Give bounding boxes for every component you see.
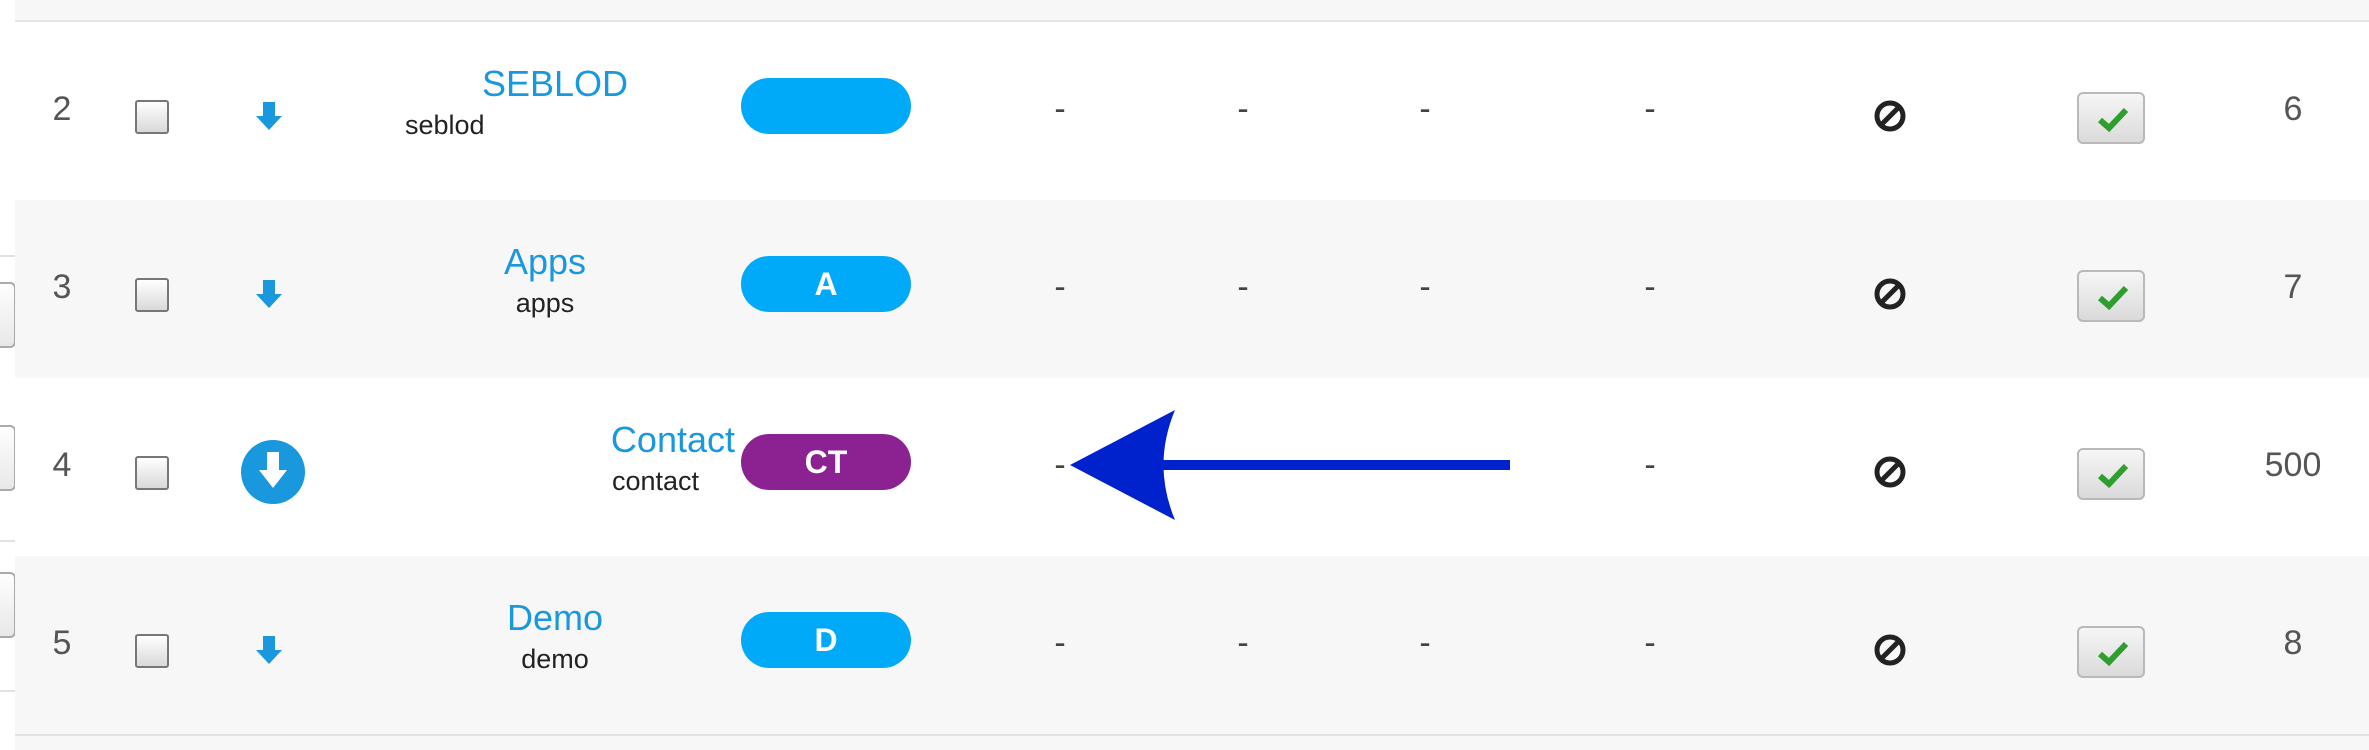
col4-value: - <box>1644 446 1656 484</box>
col2-value: - <box>1237 268 1249 306</box>
col3-value: - <box>1419 268 1431 306</box>
row-checkbox[interactable] <box>135 634 169 668</box>
side-divider <box>0 690 15 692</box>
item-title-link[interactable]: Contact <box>555 418 735 462</box>
col3-value: - <box>1419 624 1431 662</box>
row-order: 2 <box>52 90 72 128</box>
row-order: 4 <box>52 446 72 484</box>
col1-value: - <box>1054 268 1066 306</box>
col2-value: - <box>1237 90 1249 128</box>
ban-icon[interactable] <box>1870 630 1910 670</box>
item-id: 500 <box>2264 446 2322 484</box>
folder-badge <box>741 78 911 134</box>
arrow-down-icon[interactable] <box>249 96 289 136</box>
folder-badge: D <box>741 612 911 668</box>
side-divider <box>0 540 15 542</box>
table-row: 2 SEBLOD seblod - - - - 6 <box>15 22 2369 202</box>
col4-value: - <box>1644 268 1656 306</box>
table-row: 3 Apps apps A - - - - 7 <box>15 200 2369 380</box>
side-button[interactable] <box>0 425 16 491</box>
folder-badge: A <box>741 256 911 312</box>
title-cell: Demo demo <box>455 596 655 678</box>
col1-value: - <box>1054 624 1066 662</box>
arrow-down-icon[interactable] <box>249 274 289 314</box>
item-alias: seblod <box>405 110 485 140</box>
previous-row-edge <box>15 0 2369 22</box>
side-divider <box>0 255 15 257</box>
check-icon <box>2098 641 2129 667</box>
col2-value: - <box>1237 624 1249 662</box>
row-checkbox[interactable] <box>135 456 169 490</box>
check-icon <box>2098 285 2129 311</box>
table-row: 5 Demo demo D - - - - 8 <box>15 556 2369 736</box>
row-checkbox[interactable] <box>135 100 169 134</box>
list-table: 2 SEBLOD seblod - - - - 6 3 Apps apps A … <box>0 0 2369 750</box>
arrow-down-icon[interactable] <box>249 630 289 670</box>
ban-icon[interactable] <box>1870 452 1910 492</box>
col1-value: - <box>1054 90 1066 128</box>
title-cell: SEBLOD seblod <box>405 62 705 144</box>
next-row-edge <box>15 736 2369 750</box>
item-alias: contact <box>611 466 699 496</box>
ban-icon[interactable] <box>1870 274 1910 314</box>
row-checkbox[interactable] <box>135 278 169 312</box>
item-id: 8 <box>2283 624 2303 662</box>
row-order: 3 <box>52 268 72 306</box>
item-title-link[interactable]: Apps <box>445 240 645 284</box>
published-toggle[interactable] <box>2077 448 2145 500</box>
col4-value: - <box>1644 624 1656 662</box>
annotation-arrow-left-icon <box>1070 410 1510 520</box>
folder-badge: CT <box>741 434 911 490</box>
item-alias: apps <box>515 288 575 318</box>
item-id: 6 <box>2283 90 2303 128</box>
check-icon <box>2098 463 2129 489</box>
side-button[interactable] <box>0 282 16 348</box>
published-toggle[interactable] <box>2077 626 2145 678</box>
item-title-link[interactable]: Demo <box>455 596 655 640</box>
side-button[interactable] <box>0 572 16 638</box>
published-toggle[interactable] <box>2077 92 2145 144</box>
item-id: 7 <box>2283 268 2303 306</box>
title-cell: Contact contact <box>555 418 735 500</box>
title-cell: Apps apps <box>445 240 645 322</box>
row-order: 5 <box>52 624 72 662</box>
col4-value: - <box>1644 90 1656 128</box>
item-alias: demo <box>521 644 589 674</box>
col3-value: - <box>1419 90 1431 128</box>
ban-icon[interactable] <box>1870 96 1910 136</box>
arrow-down-circle-icon[interactable] <box>239 438 307 506</box>
item-title-link[interactable]: SEBLOD <box>405 62 705 106</box>
published-toggle[interactable] <box>2077 270 2145 322</box>
check-icon <box>2098 107 2129 133</box>
